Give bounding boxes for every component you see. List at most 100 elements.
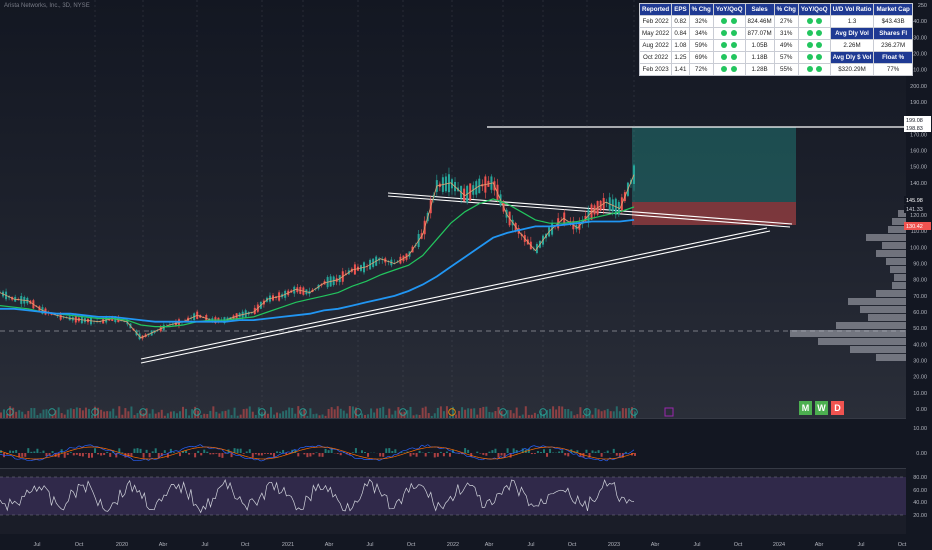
- volume-bar: [345, 413, 348, 418]
- price-tick-label: 90.00: [913, 262, 927, 268]
- volume-bar: [282, 411, 285, 418]
- volume-bar: [233, 407, 236, 418]
- time-tick-label: 2022: [447, 542, 459, 548]
- volume-bar: [136, 413, 139, 418]
- time-tick-label: Jul: [201, 542, 208, 548]
- volume-bar: [497, 407, 500, 418]
- signal-line: [48, 456, 52, 458]
- side-cell: Market Cap: [873, 3, 913, 16]
- histogram-bar: [72, 453, 75, 456]
- table-cell: 1.25: [671, 51, 690, 64]
- macd-line: [78, 445, 83, 448]
- table-cell: Aug 2022: [638, 39, 673, 52]
- signal-line: [561, 447, 565, 450]
- rsi-tick-label: 60.00: [913, 488, 927, 494]
- signal-line: [279, 455, 283, 458]
- volume-bar: [458, 410, 461, 418]
- histogram-bar: [561, 450, 564, 453]
- volume-bar: [51, 415, 54, 418]
- signal-line: [345, 451, 349, 454]
- ticker-title: Arista Networks, Inc., 3D, NYSE: [4, 3, 90, 9]
- histogram-bar: [394, 449, 397, 453]
- timeframe-weekly-button[interactable]: W: [815, 401, 828, 415]
- volume-bar: [0, 412, 2, 418]
- table-cell: May 2022: [638, 27, 673, 40]
- status-dots: [712, 63, 746, 76]
- volume-bar: [18, 410, 21, 418]
- price-tick-label: 170.00: [910, 132, 927, 138]
- histogram-bar: [145, 449, 148, 453]
- macd-line: [197, 444, 201, 447]
- target-zone: [632, 127, 796, 202]
- macd-line: [591, 458, 595, 460]
- timeframe-daily-button[interactable]: D: [831, 401, 844, 415]
- histogram-bar: [536, 451, 539, 453]
- status-dots: [797, 51, 831, 64]
- macd-line: [388, 455, 392, 458]
- signal-line: [181, 450, 186, 452]
- histogram-bar: [242, 453, 245, 454]
- histogram-bar: [618, 453, 621, 457]
- signal-line: [585, 455, 589, 457]
- histogram-bar: [84, 453, 87, 454]
- table-row: Feb 2022 0.82 32% 824.46M 27% 1.3 $43.43…: [638, 15, 913, 28]
- volume-bar: [127, 411, 130, 418]
- signal-line: [248, 456, 252, 459]
- fundamentals-table: Reported EPS % Chg YoY/QoQ Sales % Chg Y…: [638, 3, 913, 76]
- timeframe-monthly-button[interactable]: M: [799, 401, 812, 415]
- green-dot-icon: [815, 53, 822, 60]
- volume-bar: [461, 407, 464, 418]
- rsi-band: [0, 477, 906, 515]
- volume-bar: [515, 407, 518, 418]
- table-row: Feb 2023 1.41 72% 1.28B 55% $320.29M 77%: [638, 63, 913, 76]
- price-tick-label: 0.00: [916, 407, 927, 413]
- signal-line: [172, 453, 177, 455]
- macd-line: [409, 447, 413, 449]
- signal-line: [78, 447, 82, 449]
- volume-bar: [303, 409, 306, 418]
- volume-bar: [558, 406, 561, 418]
- volume-bar: [75, 407, 78, 418]
- time-tick-label: Jul: [693, 542, 700, 548]
- volume-bar: [424, 406, 427, 418]
- histogram-bar: [533, 453, 536, 454]
- macd-line: [9, 455, 13, 457]
- table-cell: 1.28B: [744, 63, 775, 76]
- signal-line: [224, 449, 228, 452]
- volume-bar: [609, 411, 612, 418]
- volume-bar: [491, 412, 494, 418]
- macd-line: [75, 445, 80, 449]
- green-dot-icon: [815, 41, 822, 48]
- signal-line: [394, 455, 398, 458]
- signal-line: [21, 457, 25, 459]
- time-tick-label: Oct: [734, 542, 743, 548]
- volume-bar: [603, 410, 606, 418]
- macd-line: [348, 454, 352, 457]
- col-header: YoY/QoQ: [797, 3, 831, 16]
- macd-line: [63, 449, 67, 452]
- signal-line: [130, 455, 134, 458]
- histogram-bar: [51, 451, 54, 453]
- macd-line: [11, 455, 16, 460]
- histogram-bar: [309, 453, 312, 457]
- signal-line: [536, 447, 541, 449]
- col-header: EPS: [671, 3, 690, 16]
- histogram-bar: [203, 449, 206, 453]
- histogram-bar: [15, 450, 18, 453]
- volume-bar: [72, 409, 75, 418]
- macd-line: [66, 447, 71, 451]
- histogram-bar: [391, 451, 394, 453]
- status-dots: [712, 39, 746, 52]
- histogram-bar: [57, 453, 60, 458]
- macd-line: [606, 457, 610, 462]
- histogram-bar: [212, 453, 215, 455]
- price-chart[interactable]: 250240.00230.00220.00210.00200.00190.001…: [0, 0, 932, 550]
- macd-line: [597, 458, 601, 462]
- histogram-bar: [354, 448, 357, 453]
- macd-line: [139, 459, 143, 461]
- histogram-bar: [339, 453, 342, 456]
- signal-line: [109, 449, 113, 451]
- table-cell: 59%: [688, 39, 714, 52]
- histogram-bar: [221, 453, 224, 458]
- histogram-bar: [245, 451, 248, 453]
